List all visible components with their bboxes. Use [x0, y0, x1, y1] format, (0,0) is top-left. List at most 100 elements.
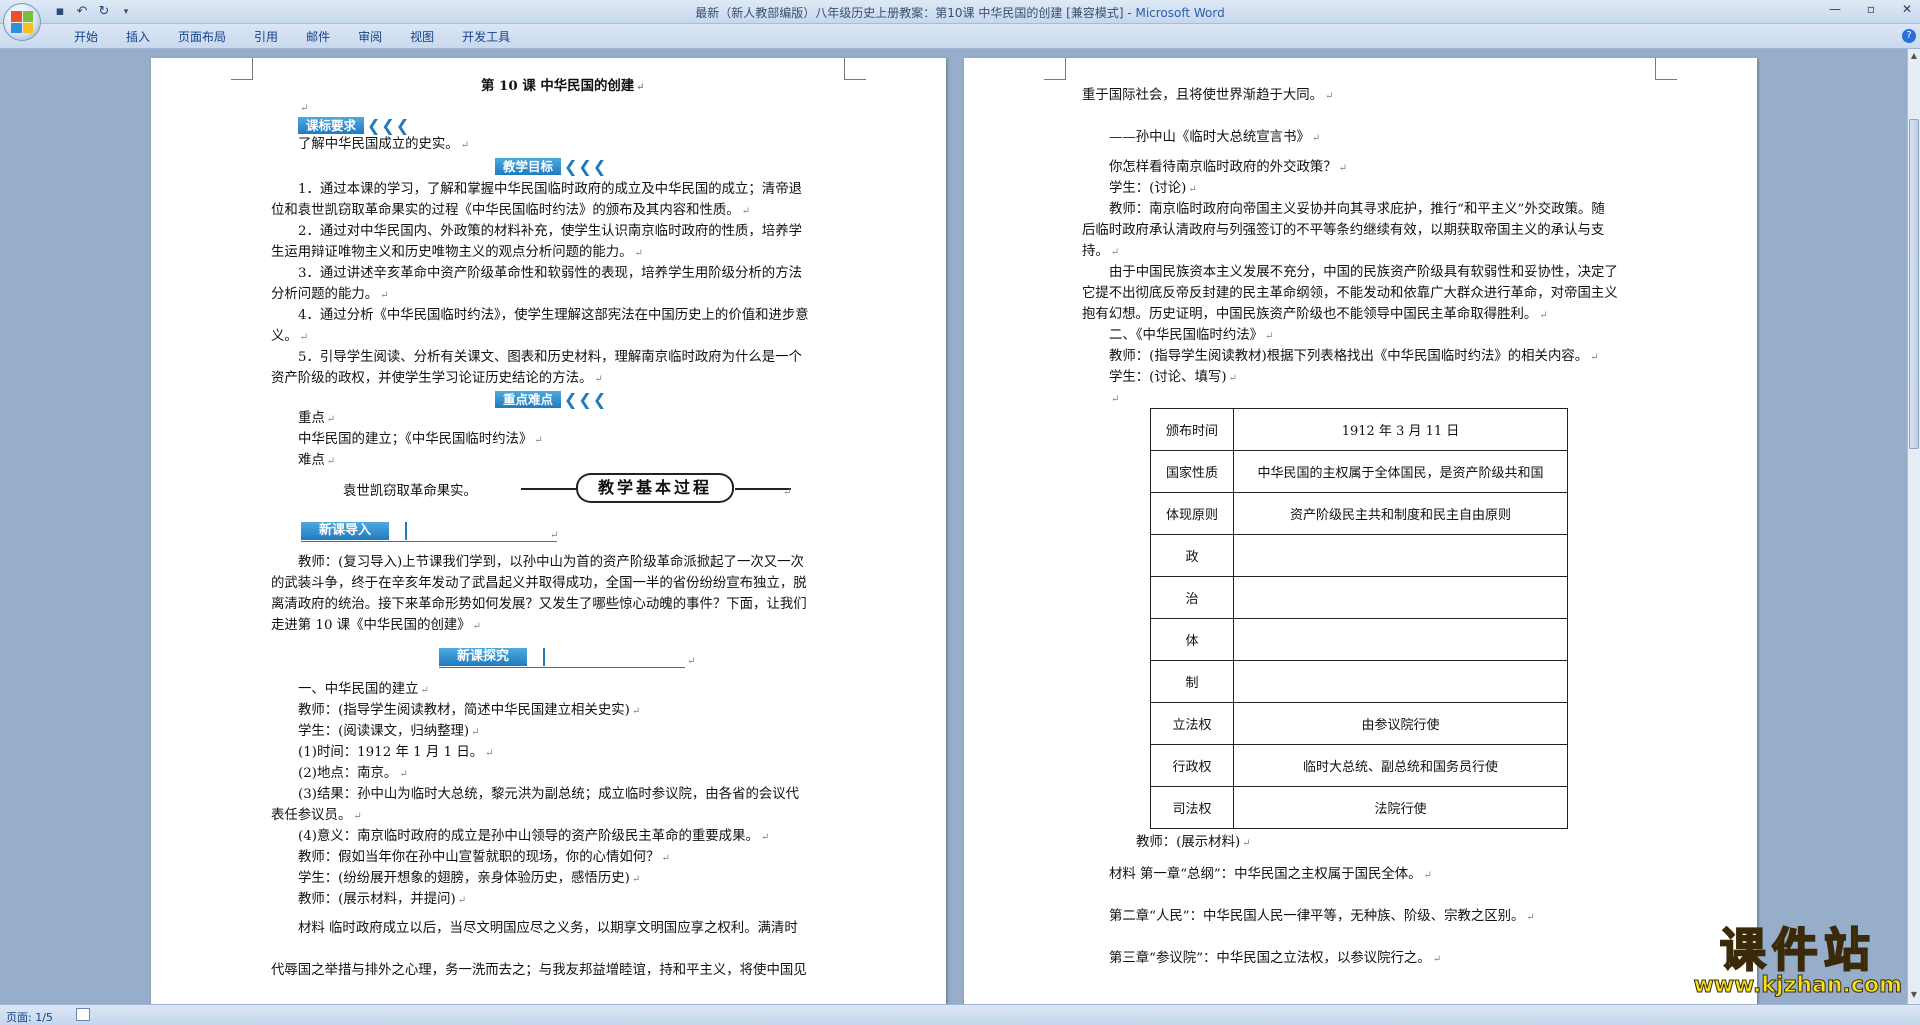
table-cell-value[interactable]: 法院行使 — [1233, 786, 1568, 829]
scroll-up-icon[interactable]: ▲ — [1908, 51, 1920, 63]
table-cell-value[interactable] — [1233, 576, 1568, 619]
text-line: (3)结果：孙中山为临时大总统，黎元洪为副总统；成立临时参议院，由各省的会议代 — [298, 787, 800, 802]
table-cell-value[interactable] — [1233, 534, 1568, 577]
crop-mark — [1044, 58, 1066, 80]
bar-label: 新课导入 — [301, 522, 390, 540]
text-line: 第二章“人民”：中华民国人民一律平等，无种族、阶级、宗教之区别。 ↵ — [1109, 909, 1535, 924]
text-line: 学生：(讨论) ↵ — [1109, 181, 1197, 196]
vertical-scrollbar[interactable]: ▲ ▼ — [1907, 49, 1920, 1004]
text-line: 位和袁世凯窃取革命果实的过程《中华民国临时约法》的颁布及其内容和性质。 ↵ — [271, 203, 751, 218]
section-bar: 新课探究 — [439, 648, 695, 668]
tab-home[interactable]: 开始 — [60, 29, 112, 45]
table-row: 治 — [1150, 576, 1568, 619]
text-line: 5．引导学生阅读、分析有关课文、图表和历史材料，理解南京临时政府为什么是一个 — [298, 350, 802, 365]
table-cell-value[interactable]: 由参议院行使 — [1233, 702, 1568, 745]
maximize-button[interactable]: ▫ — [1864, 2, 1878, 16]
window-controls: — ▫ ✕ — [1828, 2, 1914, 16]
scrollbar-thumb[interactable] — [1909, 119, 1919, 449]
text-line: 代辱国之举措与排外之心理，务一洗而去之；与我友邦益增睦谊，持和平主义，将使中国见 — [271, 963, 807, 978]
table-row: 国家性质 中华民国的主权属于全体国民，是资产阶级共和国 — [1150, 450, 1568, 493]
text-line: 教师：南京临时政府向帝国主义妥协并向其寻求庇护，推行“和平主义”外交政策。随 — [1109, 202, 1605, 217]
table-cell-key[interactable]: 体现原则 — [1150, 492, 1234, 535]
table-cell-value[interactable]: 中华民国的主权属于全体国民，是资产阶级共和国 — [1233, 450, 1568, 493]
page-indicator[interactable]: 页面: 1/5 — [6, 1009, 53, 1025]
text-line: (1)时间：1912 年 1 月 1 日。 ↵ — [298, 745, 494, 760]
paragraph-mark: ↵ — [300, 103, 309, 114]
table-cell-key[interactable]: 司法权 — [1150, 786, 1234, 829]
text-line: 材料 临时政府成立以后，当尽文明国应尽之义务，以期享文明国应享之权利。满清时 — [298, 921, 798, 936]
table-row: 政 — [1150, 534, 1568, 577]
tab-view[interactable]: 视图 — [396, 29, 448, 45]
paragraph-mark: ↵ — [783, 487, 792, 498]
text-line: 分析问题的能力。 ↵ — [271, 287, 389, 302]
text-line: 重点 ↵ — [298, 411, 336, 426]
table-cell-key[interactable]: 体 — [1150, 618, 1234, 661]
section-banner: 教学目标 ❮❮❮ — [495, 157, 607, 176]
text-line: 教师：(复习导入)上节课我们学到，以孙中山为首的资产阶级革命派掀起了一次又一次 — [298, 555, 804, 570]
bar-line — [301, 541, 557, 542]
text-line: 持。 ↵ — [1082, 244, 1120, 259]
section-banner: 课标要求 ❮❮❮ — [298, 116, 411, 135]
text-line: 的武装斗争，终于在辛亥年发动了武昌起义并取得成功，全国一半的省份纷纷宣布独立，脱 — [271, 576, 807, 591]
table-cell-key[interactable]: 治 — [1150, 576, 1234, 619]
minimize-button[interactable]: — — [1828, 2, 1842, 16]
chevron-icon: ❮❮❮ — [367, 116, 411, 135]
text-line: 1．通过本课的学习，了解和掌握中华民国临时政府的成立及中华民国的成立；清帝退 — [298, 182, 802, 197]
text-line: 抱有幻想。历史证明，中国民族资产阶级也不能领导中国民主革命取得胜利。 ↵ — [1082, 307, 1548, 322]
table-cell-value[interactable]: 1912 年 3 月 11 日 — [1233, 408, 1568, 451]
text-line: 教师：(展示材料，并提问) ↵ — [298, 892, 467, 907]
table-cell-key[interactable]: 政 — [1150, 534, 1234, 577]
text-line: 二、《中华民国临时约法》 ↵ — [1109, 328, 1274, 343]
table-cell-key[interactable]: 颁布时间 — [1150, 408, 1234, 451]
text-line: ——孙中山《临时大总统宣言书》 ↵ — [1109, 130, 1321, 145]
text-line: 教师：假如当年你在孙中山宣誓就职的现场，你的心情如何？ ↵ — [298, 850, 670, 865]
text-line: 了解中华民国成立的史实。 ↵ — [298, 137, 470, 152]
table-cell-value[interactable] — [1233, 660, 1568, 703]
table-cell-value[interactable] — [1233, 618, 1568, 661]
table-row: 体现原则 资产阶级民主共和制度和民主自由原则 — [1150, 492, 1568, 535]
text-line: 2．通过对中华民国内、外政策的材料补充，使学生认识南京临时政府的性质，培养学 — [298, 224, 802, 239]
table-cell-key[interactable]: 行政权 — [1150, 744, 1234, 787]
constitution-table: 颁布时间 1912 年 3 月 11 日 国家性质 中华民国的主权属于全体国民，是资… — [1150, 408, 1568, 829]
banner-label: 教学目标 — [495, 158, 562, 175]
page-2[interactable]: 重于国际社会，且将使世界渐趋于大同。 ↵ ——孙中山《临时大总统宣言书》 ↵ 你怎样… — [964, 58, 1757, 1004]
text-line: 生运用辩证唯物主义和历史唯物主义的观点分析问题的能力。 ↵ — [271, 245, 643, 260]
site-watermark: 课件站 www.kjzhan.com — [1693, 924, 1903, 997]
text-line: 教师：(指导学生阅读教材，简述中华民国建立相关史实) ↵ — [298, 703, 641, 718]
tab-references[interactable]: 引用 — [240, 29, 292, 45]
text-line: 一、中华民国的建立 ↵ — [298, 682, 429, 697]
tab-review[interactable]: 审阅 — [344, 29, 396, 45]
scroll-down-icon[interactable]: ▼ — [1908, 990, 1920, 1002]
table-cell-key[interactable]: 制 — [1150, 660, 1234, 703]
section-bar: 新课导入 — [301, 522, 561, 542]
tab-mailings[interactable]: 邮件 — [292, 29, 344, 45]
text-line: 袁世凯窃取革命果实。 — [343, 484, 477, 499]
table-cell-key[interactable]: 国家性质 — [1150, 450, 1234, 493]
crop-mark — [231, 58, 253, 80]
text-line: 它提不出彻底反帝反封建的民主革命纲领，不能发动和依靠广大群众进行革命，对帝国主义 — [1082, 286, 1618, 301]
page-1[interactable]: 第 10 课 中华民国的创建 ↵ ↵ 课标要求 ❮❮❮ 了解中华民国成立的史实。 ↵ … — [151, 58, 946, 1004]
table-cell-key[interactable]: 立法权 — [1150, 702, 1234, 745]
section-banner: 重点难点 ❮❮❮ — [495, 390, 607, 409]
table-cell-value[interactable]: 资产阶级民主共和制度和民主自由原则 — [1233, 492, 1568, 535]
text-line: 难点 ↵ — [298, 453, 336, 468]
table-cell-value[interactable]: 临时大总统、副总统和国务员行使 — [1233, 744, 1568, 787]
tab-developer[interactable]: 开发工具 — [448, 29, 524, 45]
table-row: 体 — [1150, 618, 1568, 661]
help-icon[interactable]: ? — [1902, 29, 1916, 43]
office-button[interactable] — [3, 3, 41, 41]
app-name: Microsoft Word — [1135, 6, 1225, 20]
text-line: 后临时政府承认清政府与列强签订的不平等条约继续有效，以期获取帝国主义的承认与支 — [1082, 223, 1605, 238]
paragraph-mark: ↵ — [687, 656, 696, 667]
banner-label: 课标要求 — [298, 117, 365, 134]
lesson-title: 第 10 课 中华民国的创建 ↵ — [481, 78, 645, 94]
ribbon: 开始 插入 页面布局 引用 邮件 审阅 视图 开发工具 ? — [0, 24, 1920, 49]
document-workspace[interactable]: 第 10 课 中华民国的创建 ↵ ↵ 课标要求 ❮❮❮ 了解中华民国成立的史实。 ↵ … — [0, 49, 1907, 1004]
tab-page-layout[interactable]: 页面布局 — [164, 29, 240, 45]
table-row: 立法权 由参议院行使 — [1150, 702, 1568, 745]
text-line: (4)意义：南京临时政府的成立是孙中山领导的资产阶级民主革命的重要成果。 ↵ — [298, 829, 770, 844]
close-button[interactable]: ✕ — [1900, 2, 1914, 16]
tab-insert[interactable]: 插入 — [112, 29, 164, 45]
proofing-icon[interactable] — [76, 1008, 90, 1021]
text-line: 教师：(展示材料) ↵ — [1136, 835, 1251, 850]
